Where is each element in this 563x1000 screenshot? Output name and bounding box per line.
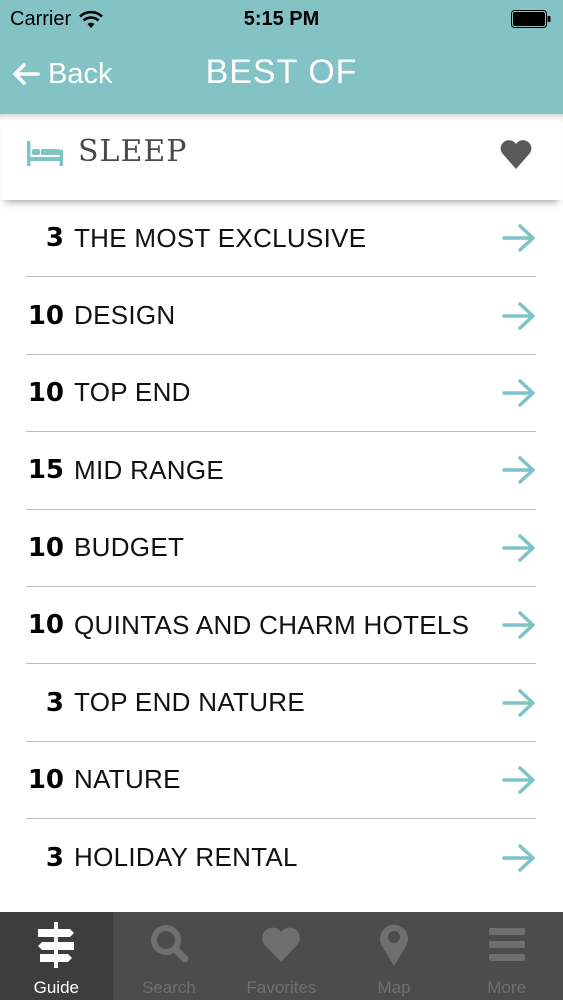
arrow-right-icon xyxy=(502,688,535,717)
item-count: 10 xyxy=(27,377,64,408)
tab-search[interactable]: Search xyxy=(113,912,226,1000)
category-list: 3 THE MOST EXCLUSIVE 10 DESIGN 10 TOP END 15 MI… xyxy=(26,200,536,897)
item-label: NATURE xyxy=(74,764,181,795)
item-count: 10 xyxy=(27,764,64,795)
item-label: MID RANGE xyxy=(74,454,225,485)
tab-bar: Guide Search Favorites Map More xyxy=(0,912,563,1000)
arrow-right-icon xyxy=(502,766,535,794)
list-item[interactable]: 3 TOP END NATURE xyxy=(26,664,536,742)
arrow-right-icon xyxy=(502,301,535,330)
tab-favorites[interactable]: Favorites xyxy=(225,912,338,1000)
list-item[interactable]: 10 TOP END xyxy=(26,355,536,433)
arrow-right-icon xyxy=(502,379,535,407)
search-icon xyxy=(150,925,189,963)
section-header: SLEEP xyxy=(0,114,563,200)
item-count: 3 xyxy=(45,223,64,254)
tab-map[interactable]: Map xyxy=(338,912,451,1000)
list-item[interactable]: 3 THE MOST EXCLUSIVE xyxy=(26,200,536,278)
list-item[interactable]: 10 NATURE xyxy=(26,742,536,820)
arrow-right-icon xyxy=(502,224,535,252)
item-count: 3 xyxy=(45,687,64,718)
section-title: SLEEP xyxy=(78,134,188,169)
item-count: 3 xyxy=(45,842,64,873)
item-label: HOLIDAY RENTAL xyxy=(74,842,298,873)
nav-bar: Back BEST OF xyxy=(0,40,563,114)
menu-icon xyxy=(488,928,525,961)
battery-icon xyxy=(511,10,551,28)
item-label: DESIGN xyxy=(74,300,176,331)
tab-more[interactable]: More xyxy=(450,912,563,1000)
arrow-right-icon xyxy=(502,844,535,872)
header: Carrier 5:15 PM Back BEST OF xyxy=(0,0,563,114)
favorite-heart-icon[interactable] xyxy=(499,138,533,170)
status-bar: Carrier 5:15 PM xyxy=(0,0,563,40)
tab-label: Map xyxy=(377,978,411,997)
page-title: BEST OF xyxy=(205,53,358,91)
arrow-right-icon xyxy=(502,611,535,639)
map-pin-icon xyxy=(380,924,409,966)
arrow-right-icon xyxy=(502,534,535,562)
item-count: 10 xyxy=(27,300,64,331)
list-item[interactable]: 10 QUINTAS AND CHARM HOTELS xyxy=(26,587,536,665)
status-time: 5:15 PM xyxy=(243,8,320,30)
tab-label: Search xyxy=(141,978,196,997)
item-label: BUDGET xyxy=(74,532,185,563)
list-item[interactable]: 15 MID RANGE xyxy=(26,432,536,510)
tab-label: Guide xyxy=(33,978,79,997)
item-label: QUINTAS AND CHARM HOTELS xyxy=(74,609,470,640)
list-item[interactable]: 3 HOLIDAY RENTAL xyxy=(26,819,536,896)
tab-guide[interactable]: Guide xyxy=(0,912,113,1000)
item-label: TOP END NATURE xyxy=(74,687,306,718)
signpost-icon xyxy=(38,922,75,968)
tab-label: More xyxy=(487,978,527,997)
bed-icon xyxy=(27,141,63,166)
tab-label: Favorites xyxy=(246,978,317,997)
heart-icon xyxy=(262,927,301,962)
item-count: 10 xyxy=(27,532,64,563)
item-count: 15 xyxy=(27,455,64,486)
arrow-right-icon xyxy=(502,456,535,485)
item-label: THE MOST EXCLUSIVE xyxy=(74,222,367,253)
item-label: TOP END xyxy=(74,377,191,408)
list-item[interactable]: 10 DESIGN xyxy=(26,277,536,355)
list-item[interactable]: 10 BUDGET xyxy=(26,510,536,587)
item-count: 10 xyxy=(27,610,64,641)
